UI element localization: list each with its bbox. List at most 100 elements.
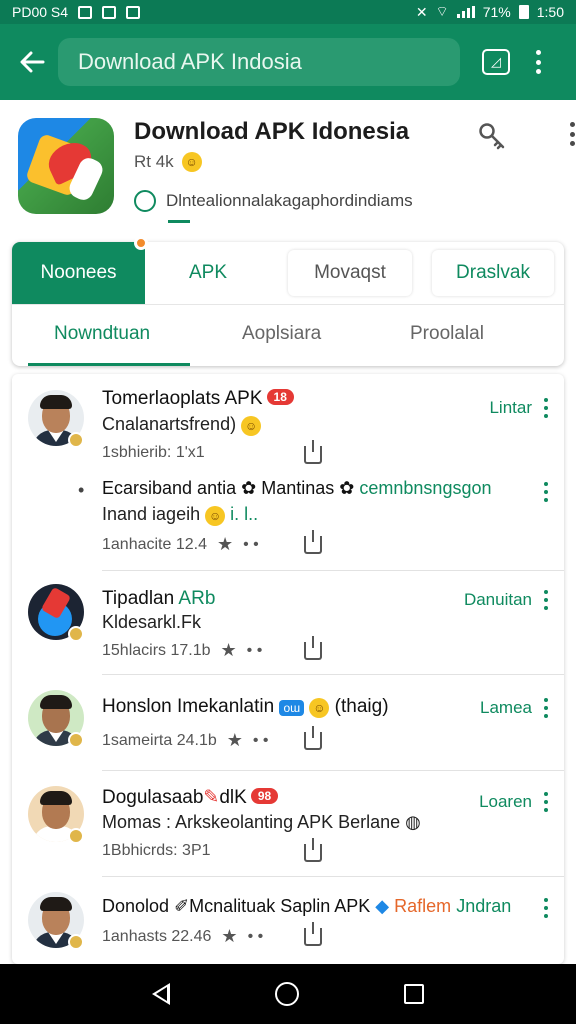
list-item[interactable]: • Ecarsiband antia ✿ Mantinas ✿ cemnbnsn… [12, 466, 564, 570]
tab-movaqst[interactable]: Movaqst [288, 250, 412, 296]
item-action-link[interactable]: Lintar [489, 398, 532, 418]
item-subtitle: Kldesarkl.Fk [102, 612, 202, 632]
smile-emoji-icon: ☺ [309, 698, 330, 718]
search-field[interactable]: Download APK Indosia [58, 38, 460, 86]
nav-home-icon[interactable] [274, 982, 299, 1006]
item-title: Ecarsiband antia ✿ Mantinas ✿ cemnbnsngs… [102, 478, 492, 498]
item-action-link[interactable]: Lamea [480, 698, 532, 718]
verified-badge-icon [68, 934, 84, 950]
emoji-icon: ✿ [241, 478, 257, 498]
tab-noonees[interactable]: Noonees [12, 242, 145, 304]
item-meta: 15hlacirs 17.1b ★ • • [102, 640, 263, 660]
subtab-row: Nowndtuan Aoplsiara Proolalal [12, 304, 564, 366]
signal-icon [456, 6, 475, 18]
status-bar: PD00 S4 ✕ ⌔ 71% 1:50 [0, 0, 576, 24]
tab-apk[interactable]: APK [152, 250, 264, 296]
item-title: Donolod ✐Mcnalituak Saplin APK ◆ Raflem … [102, 896, 512, 916]
item-menu-icon[interactable] [544, 482, 550, 502]
active-subtab-indicator [28, 363, 190, 366]
pen-icon: ✐ [174, 896, 190, 916]
notification-icon [126, 5, 141, 19]
app-rating: Rt 4k ☺ [134, 152, 202, 172]
key-icon[interactable] [478, 122, 506, 150]
status-left-text: PD00 S4 [12, 4, 69, 20]
post-list: Tomerlaoplats APK 18 Cnalanartsfrend) ☺ 1… [12, 374, 564, 964]
share-icon[interactable] [304, 726, 322, 750]
bullet-icon: • [78, 480, 85, 500]
item-meta: 1Bbhicrds: 3P1 [102, 842, 211, 859]
item-meta: 1anhacite 12.4 ★ • • [102, 534, 259, 554]
emoji-icon: ◍ [405, 812, 421, 832]
subtab-proolalal[interactable]: Proolalal [410, 323, 484, 345]
tab-row: Noonees APK Movaqst Draslvak [12, 236, 564, 304]
share-icon[interactable] [304, 636, 322, 660]
item-title: Honslon Imekanlatin oɯ ☺ (thaig) [102, 696, 389, 718]
verified-badge-icon [68, 626, 84, 642]
verified-badge-icon [68, 432, 84, 448]
rating-text: Rt 4k [134, 152, 174, 171]
item-menu-icon[interactable] [544, 792, 550, 812]
share-icon[interactable] [304, 530, 322, 554]
list-item[interactable]: Tomerlaoplats APK 18 Cnalanartsfrend) ☺ 1… [12, 374, 564, 474]
list-item[interactable]: Honslon Imekanlatin oɯ ☺ (thaig) 1sameir… [12, 674, 564, 770]
verified-badge-icon [68, 828, 84, 844]
tab-draslvak[interactable]: Draslvak [432, 250, 554, 296]
nav-back-icon[interactable] [152, 983, 171, 1005]
emoji-icon: ✿ [339, 478, 355, 498]
item-menu-icon[interactable] [544, 398, 550, 418]
system-nav-bar [0, 964, 576, 1024]
share-icon[interactable] [304, 838, 322, 862]
share-icon[interactable] [304, 922, 322, 946]
nav-recents-icon[interactable] [403, 984, 424, 1004]
overflow-menu-icon[interactable] [536, 50, 542, 74]
wifi-icon: ⌔ [435, 3, 449, 19]
item-subtitle: Momas : Arkskeolanting APK Berlane ◍ [102, 812, 421, 832]
star-icon: ★ [216, 534, 234, 554]
app-bar: Download APK Indosia ◿ [0, 24, 576, 100]
count-badge: 98 [250, 788, 279, 804]
list-item[interactable]: Donolod ✐Mcnalituak Saplin APK ◆ Raflem … [12, 876, 564, 964]
subtab-nowndtuan[interactable]: Nowndtuan [54, 323, 150, 345]
item-subtitle: Inand iageih ☺ i. l.. [102, 504, 259, 526]
star-icon: ★ [226, 730, 243, 750]
item-menu-icon[interactable] [544, 590, 550, 610]
verified-badge-icon [68, 732, 84, 748]
item-meta: 1anhasts 22.46 ★ • • [102, 926, 264, 946]
tabs-card: Noonees APK Movaqst Draslvak Nowndtuan A… [12, 236, 564, 366]
item-menu-icon[interactable] [544, 898, 550, 918]
developer-name: Dlntealionnalakagaphordindiams [166, 191, 413, 210]
developer-underline [168, 220, 190, 223]
app-title: Download APK Idonesia [134, 118, 410, 145]
item-meta: 1sbhierib: 1ʹx1 [102, 444, 205, 461]
battery-icon [518, 5, 529, 19]
item-action-link[interactable]: Loaren [479, 792, 532, 812]
share-icon[interactable] [304, 440, 322, 464]
notification-icon [78, 5, 93, 19]
battery-percent: 71% [482, 4, 511, 20]
emoji-icon: oɯ [279, 700, 305, 716]
subtab-aoplsiara[interactable]: Aoplsiara [242, 323, 321, 345]
item-title: Tipadlan ARb [102, 588, 216, 609]
item-title: Dogulasaab✎dlK 98 [102, 786, 279, 809]
open-in-icon[interactable]: ◿ [482, 49, 510, 75]
list-item[interactable]: Tipadlan ARb Kldesarkl.Fk 15hlacirs 17.1… [12, 570, 564, 674]
smile-emoji-icon: ☺ [205, 506, 226, 526]
app-developer[interactable]: Dlntealionnalakagaphordindiams [134, 190, 413, 212]
back-arrow-icon[interactable] [12, 42, 52, 82]
notification-icon [102, 5, 117, 19]
mute-icon: ✕ [415, 3, 428, 20]
app-overflow-menu-icon[interactable] [570, 122, 576, 146]
emoji-icon: ◆ [375, 896, 390, 916]
notification-dot [134, 236, 148, 250]
item-title: Tomerlaoplats APK 18 [102, 388, 294, 410]
star-icon: ★ [221, 926, 238, 946]
app-logo [18, 118, 114, 214]
item-menu-icon[interactable] [544, 698, 550, 718]
item-subtitle: Cnalanartsfrend) ☺ [102, 414, 262, 436]
count-badge: 18 [266, 389, 294, 405]
smile-emoji-icon: ☺ [181, 152, 202, 172]
list-item[interactable]: Dogulasaab✎dlK 98 Momas : Arkskeolanting … [12, 770, 564, 876]
item-meta: 1sameirta 24.1b ★ • • [102, 730, 269, 750]
item-action-link[interactable]: Danuitan [464, 590, 532, 610]
clock: 1:50 [536, 4, 564, 20]
